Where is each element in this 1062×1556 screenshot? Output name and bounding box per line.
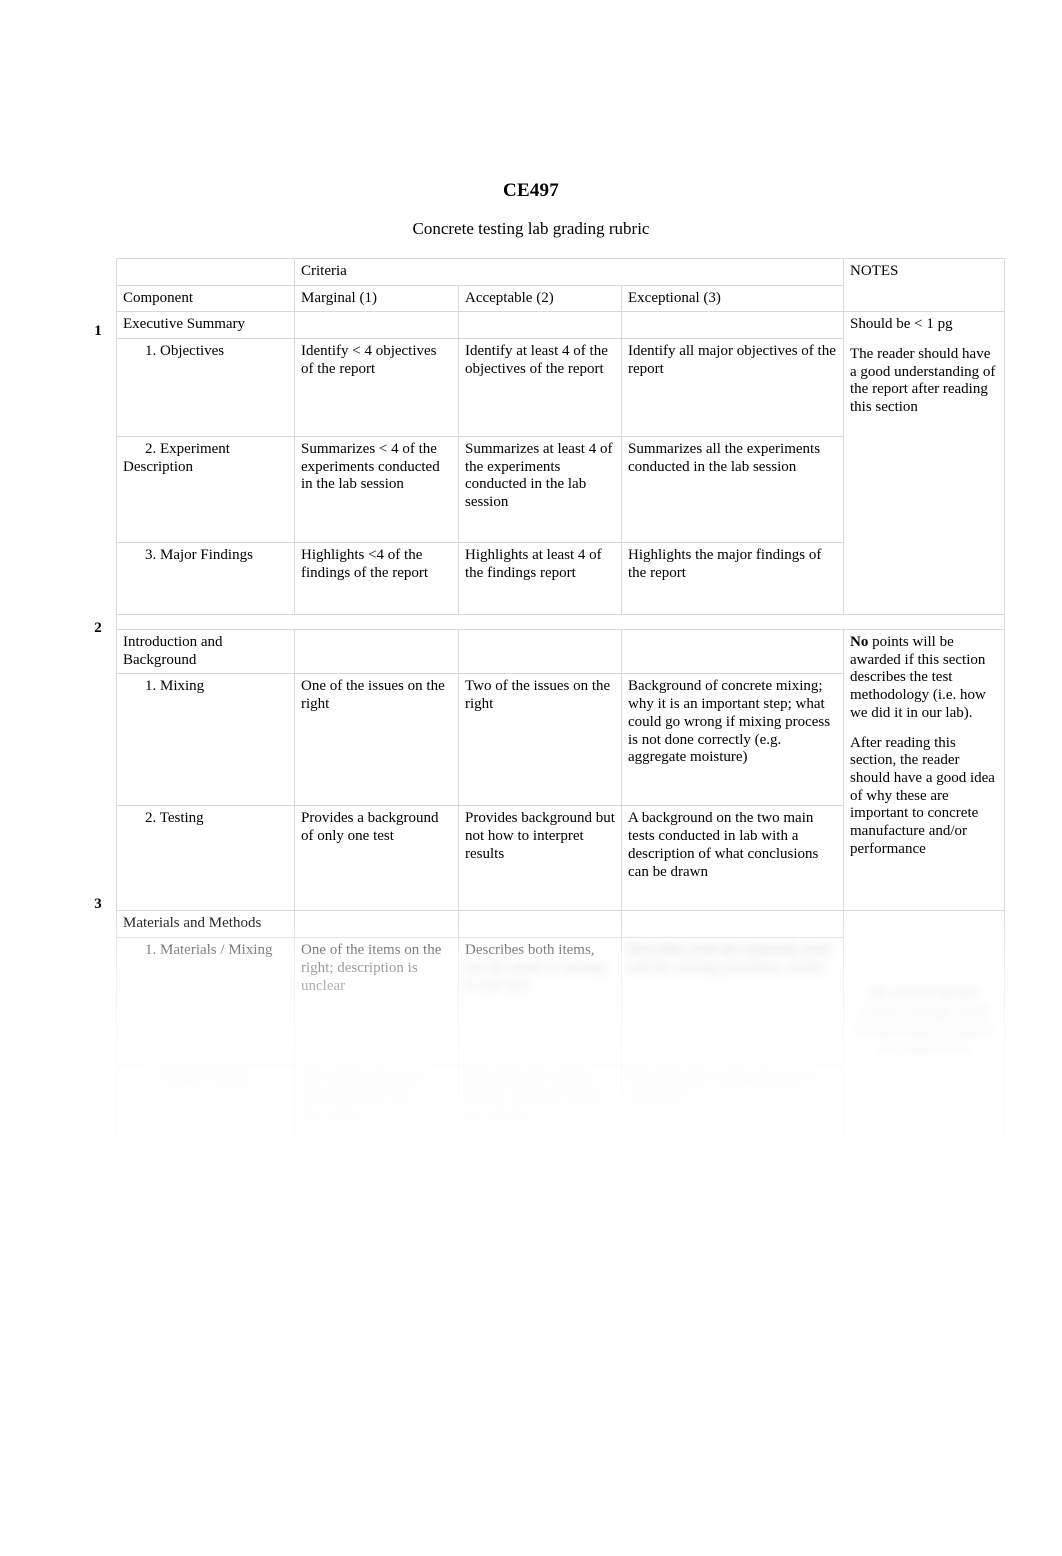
criterion-exceptional-obscured: Describes the curing process in full det…	[621, 1065, 844, 1192]
criterion-acceptable: Describes both items, but the detail is …	[458, 937, 622, 1067]
criterion-label: 3. Major Findings	[116, 542, 295, 616]
page-bottom-margin	[0, 1195, 1062, 1556]
criterion-exceptional: Summarizes all the experiments conducted…	[621, 436, 844, 544]
criterion-acceptable: Provides background but not how to inter…	[458, 805, 622, 912]
notes-paragraph: After reading this section, the reader s…	[850, 734, 995, 857]
spacer-cell	[621, 614, 844, 630]
criterion-marginal: Highlights <4 of the findings of the rep…	[294, 542, 459, 616]
notes-obscured-text: the section should contain enough detail…	[855, 986, 993, 1057]
notes-cell-section-1: Should be < 1 pg The reader should have …	[843, 311, 1005, 616]
criterion-label: 1. Materials / Mixing	[116, 937, 295, 1067]
section-title-filler	[458, 910, 622, 939]
section-number-3: 3	[94, 896, 102, 912]
document-title: CE497	[503, 180, 559, 201]
criterion-marginal: Provides a background of only one test	[294, 805, 459, 912]
section-title-filler	[621, 311, 844, 340]
criterion-acceptable: Two of the issues on the right	[458, 673, 622, 807]
document-page: CE497 Concrete testing lab grading rubri…	[0, 0, 1062, 1556]
header-notes: NOTES	[843, 257, 1005, 313]
section-spacer	[116, 614, 1005, 630]
section-title-filler	[294, 311, 459, 340]
header-marginal: Marginal (1)	[294, 284, 459, 313]
criterion-exceptional: Background of concrete mixing; why it is…	[621, 673, 844, 807]
notes-paragraph: No points will be awarded if this sectio…	[850, 634, 998, 722]
document-subtitle: Concrete testing lab grading rubric	[412, 219, 650, 238]
obscured-text: Describes both the materials used and th…	[628, 942, 830, 976]
header-spacer	[116, 258, 295, 286]
criterion-label: 1. Objectives	[116, 338, 295, 438]
criterion-acceptable: Highlights at least 4 of the findings re…	[458, 542, 622, 616]
section-title-executive-summary: Executive Summary	[116, 311, 295, 340]
criterion-exceptional: Highlights the major findings of the rep…	[621, 542, 844, 616]
grading-rubric-table: Criteria NOTES Component Marginal (1) Ac…	[116, 257, 1005, 1192]
notes-cell-section-2: No points will be awarded if this sectio…	[843, 629, 1005, 912]
section-title-row-2: Introduction and Background No points wi…	[116, 629, 1005, 912]
notes-paragraph: The reader should have a good understand…	[850, 346, 996, 416]
spacer-cell	[116, 614, 295, 630]
section-title-row-3: Materials and Methods the section should…	[116, 910, 1005, 1192]
criterion-label: 1. Mixing	[116, 673, 295, 807]
spacer-cell	[294, 614, 459, 630]
section-title-introduction-background: Introduction and Background	[116, 629, 295, 675]
section-title-materials-methods: Materials and Methods	[116, 910, 295, 939]
criterion-acceptable: Summarizes at least 4 of the experiments…	[458, 436, 622, 544]
spacer-cell	[843, 614, 1005, 630]
header-criteria: Criteria	[294, 258, 844, 286]
criterion-label-obscured: 2. Sample Curing	[116, 1065, 295, 1192]
criterion-marginal: Identify < 4 objectives of the report	[294, 338, 459, 438]
spacer-cell	[458, 614, 622, 630]
criterion-exceptional: Describes both the materials used and th…	[621, 937, 844, 1067]
header-acceptable: Acceptable (2)	[458, 284, 622, 313]
criterion-exceptional: Identify all major objectives of the rep…	[621, 338, 844, 438]
criterion-label: 2. Testing	[116, 805, 295, 912]
notes-bold-lead: No	[850, 634, 869, 651]
notes-paragraph-text: points will be awarded if this section d…	[850, 634, 986, 721]
criterion-marginal: One of the issues on the right	[294, 673, 459, 807]
criterion-marginal: One of the items on the right; descripti…	[294, 937, 459, 1067]
section-title-filler	[458, 629, 622, 675]
criterion-acceptable-text: Describes both items,	[465, 942, 595, 959]
criterion-acceptable-obscured: Describes the curing process used but om…	[458, 1065, 622, 1192]
notes-cell-section-3: the section should contain enough detail…	[843, 910, 1005, 1192]
criterion-marginal-obscured: The curing process is mentioned but not …	[294, 1065, 459, 1192]
table-header-top: Criteria NOTES	[116, 257, 1005, 313]
section-number-2: 2	[94, 620, 102, 636]
header-component: Component	[116, 284, 295, 313]
section-title-filler	[621, 629, 844, 675]
header-exceptional: Exceptional (3)	[621, 284, 844, 313]
notes-paragraph: Should be < 1 pg	[850, 316, 953, 333]
section-title-filler	[294, 629, 459, 675]
obscured-text: but the detail is lacking in one area	[465, 959, 605, 994]
criterion-label: 2. Experiment Description	[116, 436, 295, 544]
criterion-marginal: Summarizes < 4 of the experiments conduc…	[294, 436, 459, 544]
section-title-filler	[294, 910, 459, 939]
section-number-1: 1	[94, 323, 102, 339]
section-title-filler	[458, 311, 622, 340]
section-title-filler	[621, 910, 844, 939]
criterion-acceptable: Identify at least 4 of the objectives of…	[458, 338, 622, 438]
criterion-exceptional: A background on the two main tests condu…	[621, 805, 844, 912]
section-title-row-1: Executive Summary Should be < 1 pg The r…	[116, 311, 1005, 616]
